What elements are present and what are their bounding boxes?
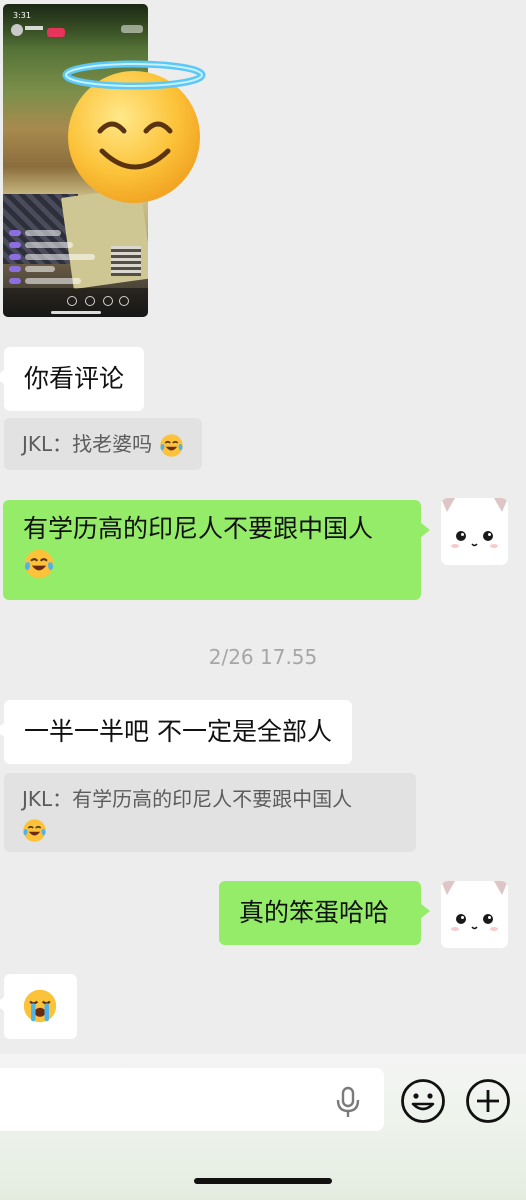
chat-timestamp: 2/26 17.55	[208, 645, 318, 669]
quoted-message[interactable]: JKL：找老婆吗	[4, 418, 202, 470]
face-with-tears-of-joy-icon	[159, 434, 183, 457]
image-status-time: 3:31	[13, 11, 31, 20]
message-text: 有学历高的印尼人不要跟中国人	[23, 514, 374, 543]
image-content	[25, 278, 81, 284]
message-input[interactable]	[0, 1068, 384, 1131]
loudly-crying-face-icon	[23, 989, 57, 1023]
image-content	[9, 242, 21, 248]
image-content	[119, 296, 129, 306]
home-indicator[interactable]	[194, 1178, 332, 1184]
add-circle-icon[interactable]	[465, 1078, 511, 1124]
image-content	[121, 25, 143, 33]
message-bubble-received[interactable]: 你看评论	[0, 347, 145, 411]
image-content	[25, 230, 61, 236]
image-content	[85, 296, 95, 306]
smiling-face-with-halo-sticker	[62, 60, 206, 203]
message-bubble-received[interactable]	[0, 974, 77, 1039]
microphone-icon[interactable]	[334, 1086, 362, 1118]
qr-code	[111, 246, 141, 276]
emoji-face-icon[interactable]	[400, 1078, 446, 1124]
message-bubble-received[interactable]: 一半一半吧 不一定是全部人	[0, 700, 352, 764]
image-content	[47, 28, 65, 37]
face-with-tears-of-joy-icon	[24, 549, 54, 579]
image-content	[11, 24, 23, 36]
cat-avatar-icon	[441, 498, 508, 565]
image-content	[25, 26, 43, 30]
avatar[interactable]	[441, 498, 508, 565]
image-content	[25, 242, 73, 248]
image-content	[25, 254, 95, 260]
image-content	[9, 266, 21, 272]
image-content	[25, 266, 55, 272]
quoted-text: JKL：找老婆吗	[22, 432, 153, 456]
message-text: 一半一半吧 不一定是全部人	[24, 717, 332, 746]
image-content	[9, 254, 21, 260]
face-with-tears-of-joy-icon	[23, 819, 46, 842]
avatar[interactable]	[441, 881, 508, 948]
message-bubble-sent[interactable]: 有学历高的印尼人不要跟中国人	[3, 500, 430, 600]
quoted-message[interactable]: JKL：有学历高的印尼人不要跟中国人	[4, 773, 416, 852]
message-bubble-sent[interactable]: 真的笨蛋哈哈	[219, 881, 430, 945]
image-content	[67, 296, 77, 306]
image-content	[9, 278, 21, 284]
image-content	[9, 230, 21, 236]
image-content	[103, 296, 113, 306]
message-text: 真的笨蛋哈哈	[239, 898, 390, 927]
quoted-text: JKL：有学历高的印尼人不要跟中国人	[22, 787, 353, 811]
message-text: 你看评论	[24, 364, 125, 393]
image-content	[51, 311, 101, 314]
cat-avatar-icon	[441, 881, 508, 948]
